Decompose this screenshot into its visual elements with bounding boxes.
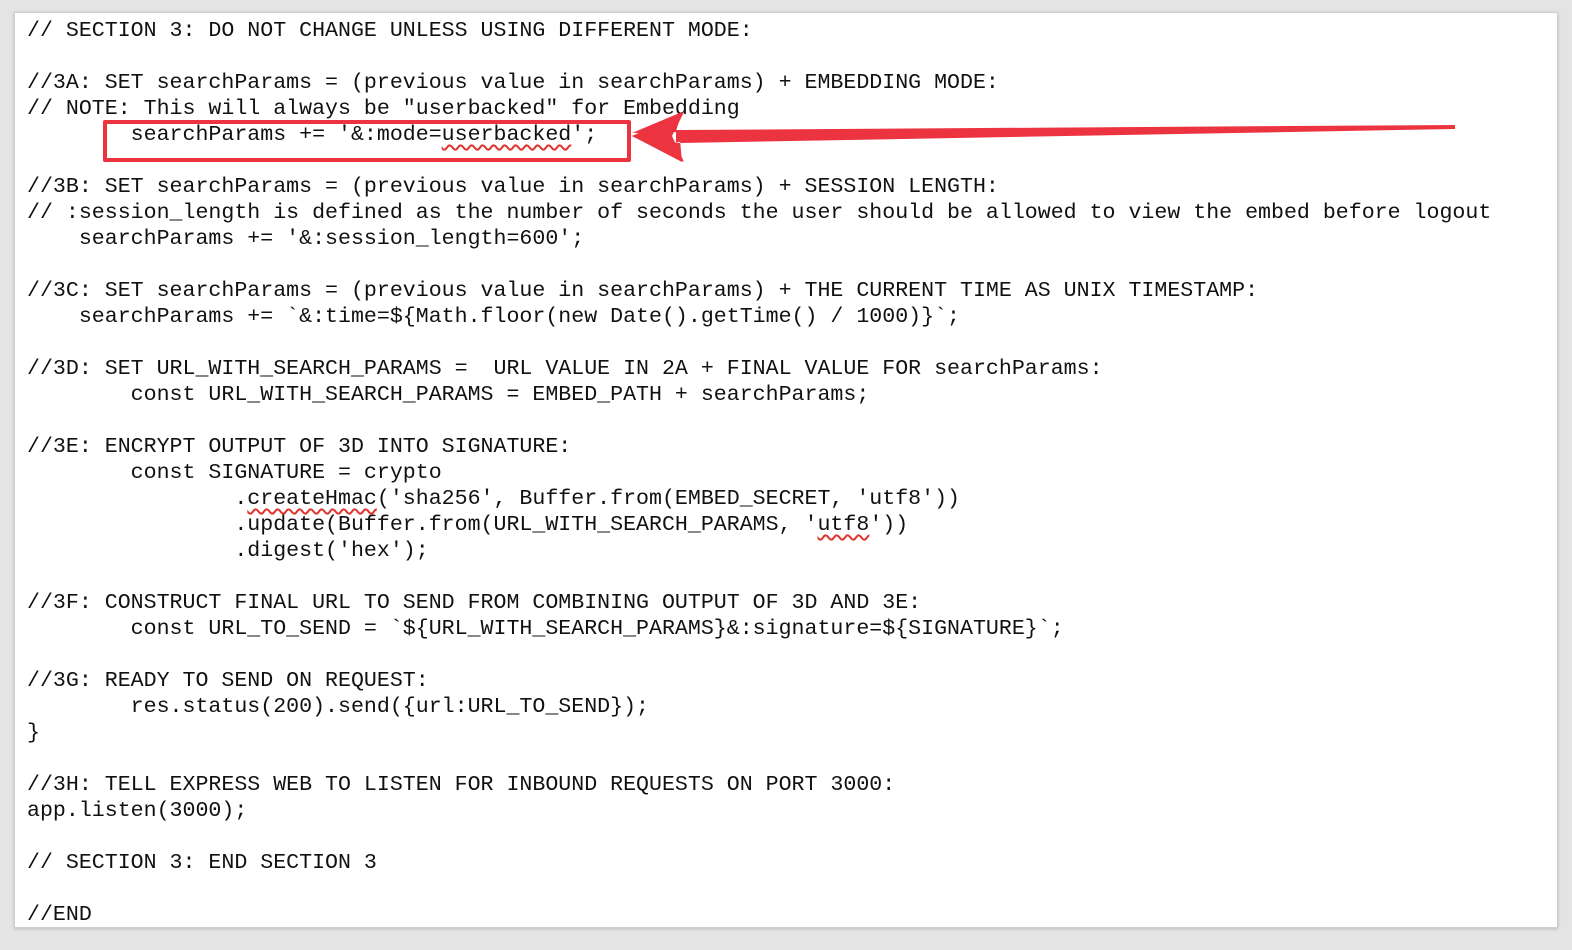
code-line: app.listen(3000); — [27, 799, 248, 823]
code-line: const SIGNATURE = crypto — [27, 461, 442, 485]
code-line: res.status(200).send({url:URL_TO_SEND}); — [27, 695, 650, 719]
code-line: //3H: TELL EXPRESS WEB TO LISTEN FOR INB… — [27, 773, 896, 797]
code-line: const URL_TO_SEND = `${URL_WITH_SEARCH_P… — [27, 617, 1064, 641]
code-line: // NOTE: This will always be "userbacked… — [27, 97, 740, 121]
code-line: .digest('hex'); — [27, 539, 429, 563]
code-line: //3C: SET searchParams = (previous value… — [27, 279, 1259, 303]
code-line: //3D: SET URL_WITH_SEARCH_PARAMS = URL V… — [27, 357, 1103, 381]
code-line: //3A: SET searchParams = (previous value… — [27, 71, 999, 95]
code-line: searchParams += '&:session_length=600'; — [27, 227, 585, 251]
code-line: .update(Buffer.from(URL_WITH_SEARCH_PARA… — [27, 513, 909, 537]
code-line: //3F: CONSTRUCT FINAL URL TO SEND FROM C… — [27, 591, 922, 615]
code-line: const URL_WITH_SEARCH_PARAMS = EMBED_PAT… — [27, 383, 870, 407]
code-line: } — [27, 721, 40, 745]
highlight-box — [103, 120, 631, 162]
code-line: .createHmac('sha256', Buffer.from(EMBED_… — [27, 487, 961, 511]
code-line: searchParams += `&:time=${Math.floor(new… — [27, 305, 961, 329]
code-line: //3E: ENCRYPT OUTPUT OF 3D INTO SIGNATUR… — [27, 435, 572, 459]
code-line: // SECTION 3: END SECTION 3 — [27, 851, 377, 875]
code-line: // :session_length is defined as the num… — [27, 201, 1492, 225]
code-line: //END — [27, 903, 92, 927]
code-line: //3B: SET searchParams = (previous value… — [27, 175, 999, 199]
code-line: // SECTION 3: DO NOT CHANGE UNLESS USING… — [27, 19, 753, 43]
spellcheck-word: utf8 — [817, 513, 870, 537]
spellcheck-word: createHmac — [247, 487, 377, 511]
code-line: //3G: READY TO SEND ON REQUEST: — [27, 669, 429, 693]
